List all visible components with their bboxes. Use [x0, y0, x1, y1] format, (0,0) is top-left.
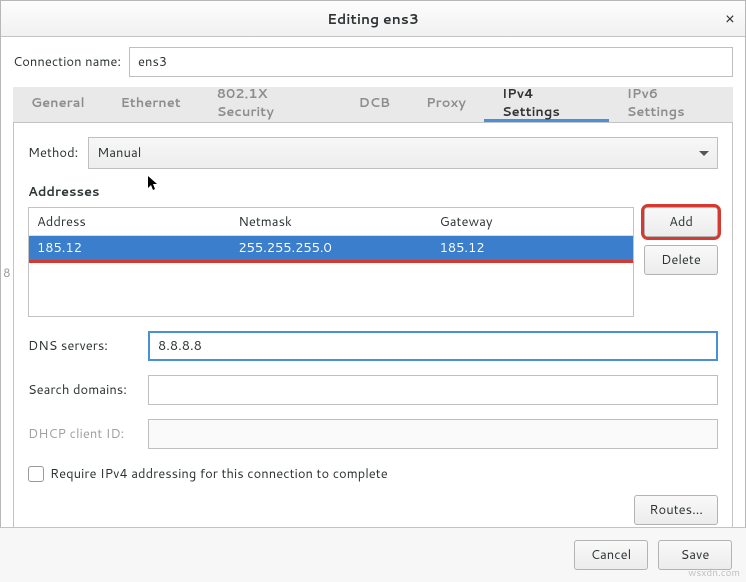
- add-button[interactable]: Add: [644, 207, 718, 237]
- tab-proxy[interactable]: Proxy: [408, 87, 484, 122]
- tab-ipv6-settings[interactable]: IPv6 Settings: [609, 87, 733, 122]
- method-label: Method:: [28, 144, 78, 162]
- dns-input[interactable]: [148, 331, 718, 361]
- require-ipv4-checkbox[interactable]: [28, 466, 44, 482]
- content-area: Connection name: General Ethernet 802.1X…: [1, 37, 745, 540]
- window-title: Editing ens3: [327, 9, 419, 29]
- connection-name-label: Connection name:: [13, 53, 121, 71]
- addresses-heading: Addresses: [28, 183, 718, 201]
- tab-ethernet[interactable]: Ethernet: [103, 87, 199, 122]
- dns-row: DNS servers:: [28, 331, 718, 361]
- dhcp-client-row: DHCP client ID:: [28, 419, 718, 449]
- search-domains-label: Search domains:: [28, 381, 148, 399]
- highlight-underline: [29, 260, 633, 263]
- col-gateway: Gateway: [432, 208, 633, 235]
- dhcp-client-input: [148, 419, 718, 449]
- search-domains-input[interactable]: [148, 375, 718, 405]
- cell-address: 185.12: [29, 234, 230, 262]
- method-dropdown[interactable]: Manual: [88, 137, 718, 169]
- method-value: Manual: [97, 144, 141, 162]
- chevron-down-icon: [699, 151, 709, 156]
- routes-row: Routes…: [28, 495, 718, 525]
- cancel-button[interactable]: Cancel: [574, 540, 648, 570]
- addresses-block: Address Netmask Gateway 185.12 255.255.2…: [28, 207, 718, 317]
- close-icon[interactable]: ×: [725, 7, 735, 30]
- require-ipv4-row: Require IPv4 addressing for this connect…: [28, 465, 718, 483]
- dns-label: DNS servers:: [28, 337, 148, 355]
- connection-name-input[interactable]: [129, 47, 733, 77]
- col-address: Address: [29, 208, 230, 235]
- dhcp-client-label: DHCP client ID:: [28, 425, 148, 443]
- stray-text: 8: [3, 264, 11, 281]
- title-bar: Editing ens3 ×: [1, 1, 745, 37]
- col-netmask: Netmask: [230, 208, 431, 235]
- watermark: wsxdn.com: [688, 566, 740, 580]
- address-buttons: Add Delete: [644, 207, 718, 317]
- tab-bar: General Ethernet 802.1X Security DCB Pro…: [13, 87, 733, 123]
- method-row: Method: Manual: [28, 137, 718, 169]
- tab-dcb[interactable]: DCB: [341, 87, 409, 122]
- delete-button[interactable]: Delete: [644, 245, 718, 275]
- add-highlight: Add: [644, 207, 718, 237]
- table-row[interactable]: 185.12 255.255.255.0 185.12: [29, 236, 633, 260]
- cell-netmask: 255.255.255.0: [230, 234, 431, 262]
- addresses-table[interactable]: Address Netmask Gateway 185.12 255.255.2…: [28, 207, 634, 317]
- dialog-footer: Cancel Save: [0, 527, 746, 582]
- require-ipv4-label: Require IPv4 addressing for this connect…: [50, 465, 388, 483]
- search-domains-row: Search domains:: [28, 375, 718, 405]
- tab-8021x-security[interactable]: 802.1X Security: [199, 87, 341, 122]
- routes-button[interactable]: Routes…: [634, 495, 718, 525]
- tab-general[interactable]: General: [13, 87, 103, 122]
- connection-name-row: Connection name:: [13, 47, 733, 77]
- ipv4-panel: Method: Manual Addresses Address Netmask…: [13, 123, 733, 540]
- tab-ipv4-settings[interactable]: IPv4 Settings: [484, 87, 609, 122]
- cell-gateway: 185.12: [432, 234, 633, 262]
- table-header: Address Netmask Gateway: [29, 208, 633, 236]
